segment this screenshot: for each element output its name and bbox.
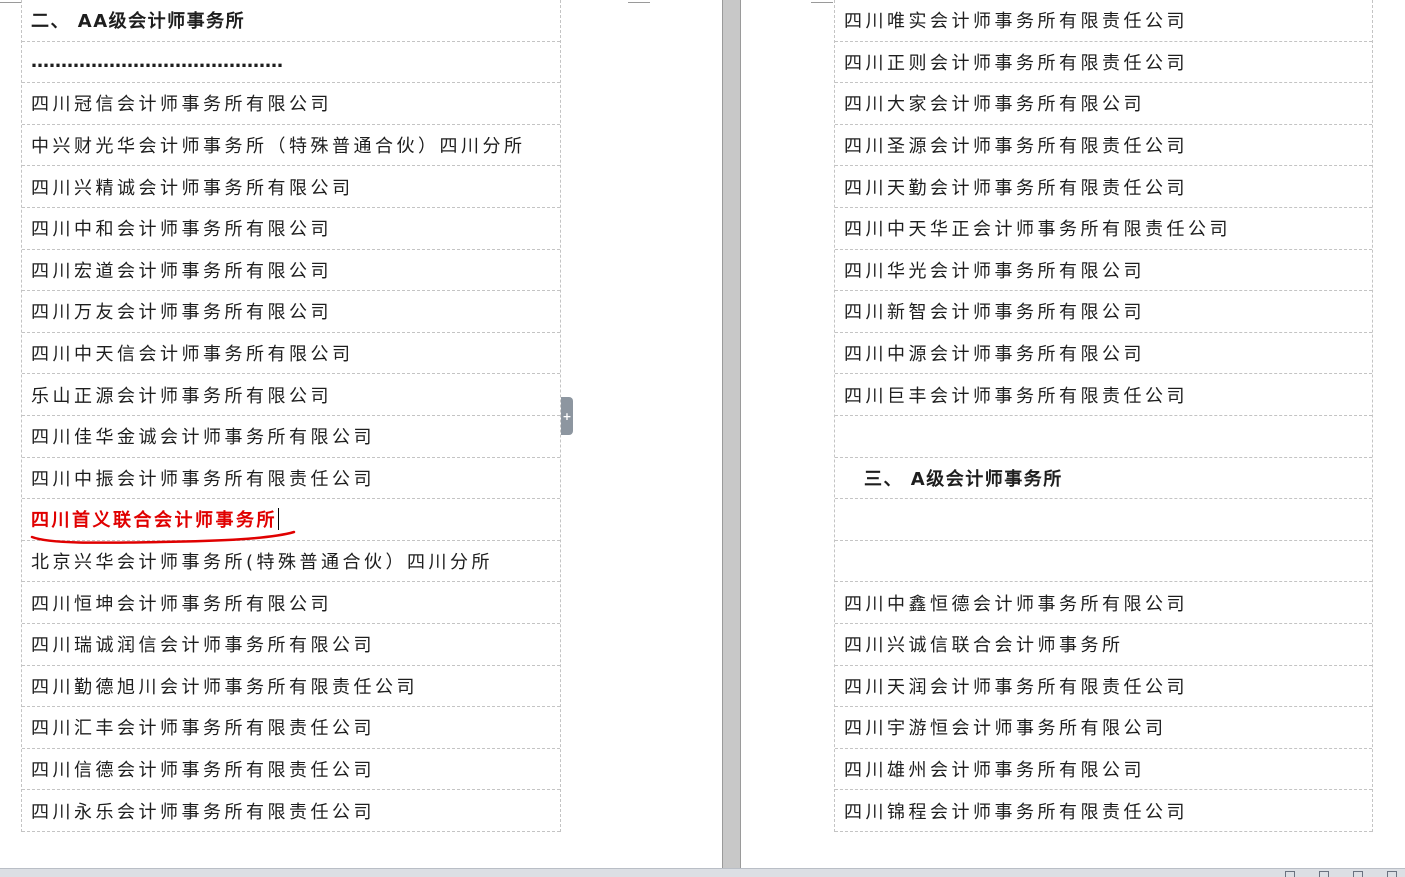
row-text: 四川新智会计师事务所有限公司	[844, 302, 1145, 324]
firm-row: 四川冠信会计师事务所有限公司	[22, 83, 560, 125]
firm-row: 四川永乐会计师事务所有限责任公司	[22, 790, 560, 832]
section-heading: 二、 AA级会计师事务所	[22, 0, 560, 42]
firm-row: 四川锦程会计师事务所有限责任公司	[835, 790, 1372, 832]
row-text: 乐山正源会计师事务所有限公司	[31, 385, 332, 407]
row-text: 四川雄州会计师事务所有限公司	[844, 759, 1145, 781]
plus-icon: +	[562, 409, 572, 423]
row-text: 四川兴诚信联合会计师事务所	[844, 635, 1124, 657]
view-mode-switcher[interactable]	[1285, 871, 1397, 877]
firm-row: 四川汇丰会计师事务所有限责任公司	[22, 707, 560, 749]
firm-row: 四川天勤会计师事务所有限责任公司	[835, 166, 1372, 208]
row-text: 四川中源会计师事务所有限公司	[844, 344, 1145, 366]
row-text: ……………………………………	[31, 51, 283, 73]
firm-row: 四川中鑫恒德会计师事务所有限公司	[835, 582, 1372, 624]
firm-row: 北京兴华会计师事务所(特殊普通合伙）四川分所	[22, 541, 560, 583]
firm-row: 四川宏道会计师事务所有限公司	[22, 250, 560, 292]
empty-row	[835, 499, 1372, 541]
row-text: 四川巨丰会计师事务所有限责任公司	[844, 385, 1188, 407]
row-text: 四川恒坤会计师事务所有限公司	[31, 593, 332, 615]
row-text: 四川宇游恒会计师事务所有限公司	[844, 718, 1167, 740]
empty-row	[835, 416, 1372, 458]
firm-row: 四川兴精诚会计师事务所有限公司	[22, 166, 560, 208]
row-text: 四川中天华正会计师事务所有限责任公司	[844, 219, 1231, 241]
row-text: 三、 A级会计师事务所	[864, 468, 1063, 490]
document-page-right: 四川唯实会计师事务所有限责任公司 四川正则会计师事务所有限责任公司 四川大家会计师事…	[741, 0, 1405, 868]
firm-row: 四川恒坤会计师事务所有限公司	[22, 582, 560, 624]
row-text: 四川中天信会计师事务所有限公司	[31, 344, 354, 366]
row-text: 四川锦程会计师事务所有限责任公司	[844, 801, 1188, 823]
firm-row: 四川圣源会计师事务所有限责任公司	[835, 125, 1372, 167]
firm-row: 四川兴诚信联合会计师事务所	[835, 624, 1372, 666]
page-corner-mark	[0, 0, 22, 3]
firm-row: 四川中振会计师事务所有限责任公司	[22, 458, 560, 500]
firm-row: 四川唯实会计师事务所有限责任公司	[835, 0, 1372, 42]
row-text: 四川汇丰会计师事务所有限责任公司	[31, 718, 375, 740]
row-text: 四川大家会计师事务所有限公司	[844, 94, 1145, 116]
row-text: 四川瑞诚润信会计师事务所有限公司	[31, 635, 375, 657]
web-view-icon[interactable]	[1353, 871, 1363, 877]
firm-row: 乐山正源会计师事务所有限公司	[22, 374, 560, 416]
firm-row: 四川信德会计师事务所有限责任公司	[22, 749, 560, 791]
row-text: 四川佳华金诚会计师事务所有限公司	[31, 427, 375, 449]
read-view-icon[interactable]	[1285, 871, 1295, 877]
row-text: 四川宏道会计师事务所有限公司	[31, 260, 332, 282]
firm-row: 中兴财光华会计师事务所（特殊普通合伙）四川分所	[22, 125, 560, 167]
row-text: 北京兴华会计师事务所(特殊普通合伙）四川分所	[31, 552, 494, 574]
firm-row: 四川勤德旭川会计师事务所有限责任公司	[22, 666, 560, 708]
firm-row: 四川正则会计师事务所有限责任公司	[835, 42, 1372, 84]
row-text: 四川圣源会计师事务所有限责任公司	[844, 136, 1188, 158]
page-gap	[722, 0, 741, 868]
empty-row	[835, 541, 1372, 583]
row-text: 中兴财光华会计师事务所（特殊普通合伙）四川分所	[31, 136, 526, 158]
page-corner-mark	[628, 0, 650, 3]
row-text: 四川中和会计师事务所有限公司	[31, 219, 332, 241]
row-text: 四川唯实会计师事务所有限责任公司	[844, 11, 1188, 33]
row-text: 四川中鑫恒德会计师事务所有限公司	[844, 593, 1188, 615]
firm-row: 四川巨丰会计师事务所有限责任公司	[835, 374, 1372, 416]
row-text: 四川天润会计师事务所有限责任公司	[844, 676, 1188, 698]
firm-row: 四川中和会计师事务所有限公司	[22, 208, 560, 250]
row-text: 四川冠信会计师事务所有限公司	[31, 94, 332, 116]
row-text: 四川勤德旭川会计师事务所有限责任公司	[31, 676, 418, 698]
firm-row: 四川中天华正会计师事务所有限责任公司	[835, 208, 1372, 250]
firm-row: 四川大家会计师事务所有限公司	[835, 83, 1372, 125]
page-view-icon[interactable]	[1319, 871, 1329, 877]
outline-view-icon[interactable]	[1387, 871, 1397, 877]
firm-row: 四川天润会计师事务所有限责任公司	[835, 666, 1372, 708]
row-text: 四川万友会计师事务所有限公司	[31, 302, 332, 324]
row-text: 四川天勤会计师事务所有限责任公司	[844, 177, 1188, 199]
firm-row: 四川华光会计师事务所有限公司	[835, 250, 1372, 292]
firm-list-table-right: 四川唯实会计师事务所有限责任公司 四川正则会计师事务所有限责任公司 四川大家会计师事…	[834, 0, 1373, 832]
row-text: 四川信德会计师事务所有限责任公司	[31, 759, 375, 781]
firm-list-table-left: 二、 AA级会计师事务所 …………………………………… 四川冠信会计师事务所有限公司…	[21, 0, 561, 832]
row-text: 四川华光会计师事务所有限公司	[844, 260, 1145, 282]
firm-row: 四川万友会计师事务所有限公司	[22, 291, 560, 333]
firm-row: 四川中源会计师事务所有限公司	[835, 333, 1372, 375]
table-resize-handle[interactable]: +	[561, 397, 573, 435]
row-text: 二、 AA级会计师事务所	[31, 11, 246, 33]
firm-row: 四川中天信会计师事务所有限公司	[22, 333, 560, 375]
document-page-left: 二、 AA级会计师事务所 …………………………………… 四川冠信会计师事务所有限公司…	[0, 0, 722, 868]
row-text: 四川正则会计师事务所有限责任公司	[844, 52, 1188, 74]
firm-row: 四川新智会计师事务所有限公司	[835, 291, 1372, 333]
row-text: 四川永乐会计师事务所有限责任公司	[31, 801, 375, 823]
row-text: 四川兴精诚会计师事务所有限公司	[31, 177, 354, 199]
firm-row: 四川雄州会计师事务所有限公司	[835, 749, 1372, 791]
hand-drawn-underline-annotation	[30, 530, 296, 544]
page-corner-mark	[811, 0, 833, 3]
firm-row: 四川瑞诚润信会计师事务所有限公司	[22, 624, 560, 666]
firm-row: 四川宇游恒会计师事务所有限公司	[835, 707, 1372, 749]
section-heading: 三、 A级会计师事务所	[835, 458, 1372, 500]
row-text: 四川中振会计师事务所有限责任公司	[31, 468, 375, 490]
ellipsis-row: ……………………………………	[22, 42, 560, 84]
firm-row: 四川佳华金诚会计师事务所有限公司	[22, 416, 560, 458]
